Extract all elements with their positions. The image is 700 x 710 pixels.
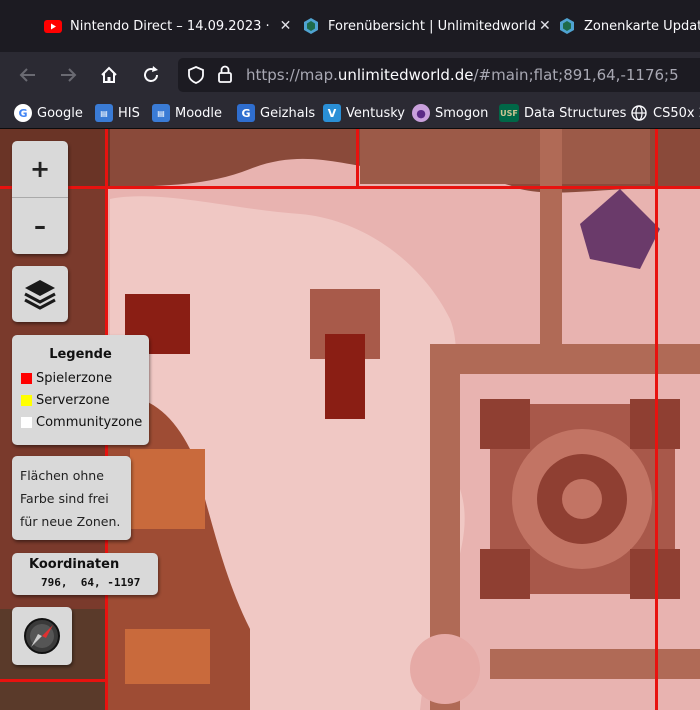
bookmark-label: Data Structures <box>524 105 627 121</box>
swatch <box>21 394 32 406</box>
bookmark-geizhals[interactable]: G Geizhals <box>237 103 315 123</box>
bookmark-data-structures[interactable]: USF Data Structures <box>499 103 626 123</box>
coordinates-value: 796, 64, -1197 <box>41 576 141 589</box>
bookmark-label: Moodle <box>175 105 222 121</box>
bookmark-label: Ventusky <box>346 105 405 121</box>
bookmark-cs50x[interactable]: CS50x 2 <box>630 103 700 123</box>
compass-button[interactable] <box>12 607 72 665</box>
tab-nintendo-direct[interactable]: Nintendo Direct – 14.09.2023 · ✕ <box>44 0 291 52</box>
coordinates-title: Koordinaten <box>29 557 120 572</box>
youtube-icon <box>44 17 62 35</box>
back-button[interactable] <box>14 62 40 88</box>
bookmark-label: Geizhals <box>260 105 316 121</box>
navigation-toolbar: https://map.unlimitedworld.de/#main;flat… <box>0 52 700 98</box>
home-button[interactable] <box>96 62 122 88</box>
tab-zonenkarte[interactable]: Zonenkarte Update <box>558 0 700 52</box>
legend-title: Legende <box>49 347 112 362</box>
his-icon: ▤ <box>95 104 113 122</box>
coordinates-panel: Koordinaten 796, 64, -1197 <box>12 553 158 595</box>
moodle-icon: ▤ <box>152 104 170 122</box>
legend-item-communityzone: Communityzone <box>21 413 142 431</box>
info-line: Farbe sind frei <box>20 491 109 506</box>
usf-icon: USF <box>499 104 519 122</box>
bookmark-his[interactable]: ▤ HIS <box>95 103 140 123</box>
zone-border <box>356 129 359 186</box>
swatch <box>21 372 32 384</box>
legend-item-serverzone: Serverzone <box>21 391 110 409</box>
google-icon: G <box>14 104 32 122</box>
tab-bar: Nintendo Direct – 14.09.2023 · ✕ Forenüb… <box>0 0 700 52</box>
zone-map[interactable]: + – Legende Spielerzone Serverzone Commu… <box>0 129 700 710</box>
ventusky-icon: V <box>323 104 341 122</box>
layers-button[interactable] <box>12 266 68 322</box>
legend-label: Serverzone <box>36 392 110 408</box>
compass-icon <box>24 618 60 654</box>
free-area-info: Flächen ohne Farbe sind frei für neue Zo… <box>12 456 131 540</box>
zoom-out-button[interactable]: – <box>12 198 68 254</box>
zone-border <box>0 679 108 682</box>
geizhals-icon: G <box>237 104 255 122</box>
unlimitedworld-icon <box>558 17 576 35</box>
bookmark-moodle[interactable]: ▤ Moodle <box>152 103 222 123</box>
bookmark-google[interactable]: G Google <box>14 103 83 123</box>
back-arrow-icon <box>19 68 35 82</box>
unlimitedworld-icon <box>302 17 320 35</box>
tab-title: Zonenkarte Update <box>584 18 700 34</box>
zone-border <box>0 186 700 189</box>
shield-icon[interactable] <box>188 66 204 88</box>
url-bar[interactable]: https://map.unlimitedworld.de/#main;flat… <box>178 58 700 92</box>
tab-forenuebersicht[interactable]: Forenübersicht | Unlimitedworld ✕ <box>302 0 551 52</box>
bookmark-label: Google <box>37 105 83 121</box>
url-text[interactable]: https://map.unlimitedworld.de/#main;flat… <box>246 66 679 84</box>
bookmark-label: Smogon <box>435 105 489 121</box>
close-tab-icon[interactable]: ✕ <box>539 18 551 34</box>
layers-icon <box>24 280 56 310</box>
forward-arrow-icon <box>61 68 77 82</box>
tab-title: Forenübersicht | Unlimitedworld <box>328 18 537 34</box>
info-line: Flächen ohne <box>20 468 104 483</box>
bookmarks-toolbar: G Google ▤ HIS ▤ Moodle G Geizhals V Ven… <box>0 98 700 129</box>
legend-label: Communityzone <box>36 414 143 430</box>
globe-icon <box>630 104 648 122</box>
swatch <box>21 416 32 428</box>
zoom-control: + – <box>12 141 68 254</box>
zoom-in-button[interactable]: + <box>12 141 68 198</box>
home-icon <box>101 66 117 83</box>
bookmark-ventusky[interactable]: V Ventusky <box>323 103 405 123</box>
bookmark-label: CS50x 2 <box>653 105 700 121</box>
lock-icon[interactable] <box>218 65 232 87</box>
info-line: für neue Zonen. <box>20 514 121 529</box>
close-tab-icon[interactable]: ✕ <box>280 18 292 34</box>
legend-item-spielerzone: Spielerzone <box>21 369 112 387</box>
legend-panel: Legende Spielerzone Serverzone Community… <box>12 335 149 445</box>
forward-button[interactable] <box>56 62 82 88</box>
zone-border <box>655 129 658 710</box>
bookmark-label: HIS <box>118 105 140 121</box>
smogon-icon: ● <box>412 104 430 122</box>
tab-title: Nintendo Direct – 14.09.2023 · <box>70 18 270 34</box>
legend-label: Spielerzone <box>36 370 113 386</box>
reload-button[interactable] <box>138 62 164 88</box>
bookmark-smogon[interactable]: ● Smogon <box>412 103 488 123</box>
reload-icon <box>144 66 158 82</box>
